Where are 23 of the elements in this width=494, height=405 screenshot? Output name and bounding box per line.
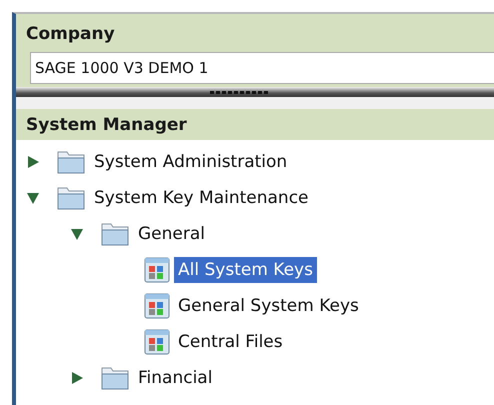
company-field[interactable]: SAGE 1000 V3 DEMO 1	[30, 52, 494, 84]
expand-arrow-icon[interactable]	[70, 371, 84, 385]
grid-window-icon	[144, 329, 170, 355]
tree-item[interactable]: General System Keys	[174, 293, 363, 319]
grid-window-icon	[144, 293, 170, 319]
grip-icon	[210, 90, 270, 94]
collapse-arrow-icon[interactable]	[70, 227, 84, 241]
splitter-bar[interactable]	[16, 87, 494, 97]
expand-arrow-icon[interactable]	[26, 155, 40, 169]
tree-item[interactable]: General	[134, 221, 209, 247]
tree-item[interactable]: All System Keys	[174, 257, 317, 283]
panel-header: System Manager	[16, 109, 494, 140]
tree-item[interactable]: Central Files	[174, 329, 287, 355]
folder-icon	[56, 149, 86, 175]
folder-icon	[100, 365, 130, 391]
panel-header: Company	[16, 14, 494, 50]
folder-icon	[100, 221, 130, 247]
folder-icon	[56, 185, 86, 211]
tree-item[interactable]: System Administration	[90, 149, 292, 175]
collapse-arrow-icon[interactable]	[26, 191, 40, 205]
tree-item[interactable]: Financial	[134, 365, 216, 391]
grid-window-icon	[144, 257, 170, 283]
tree-item[interactable]: System Key Maintenance	[90, 185, 313, 211]
